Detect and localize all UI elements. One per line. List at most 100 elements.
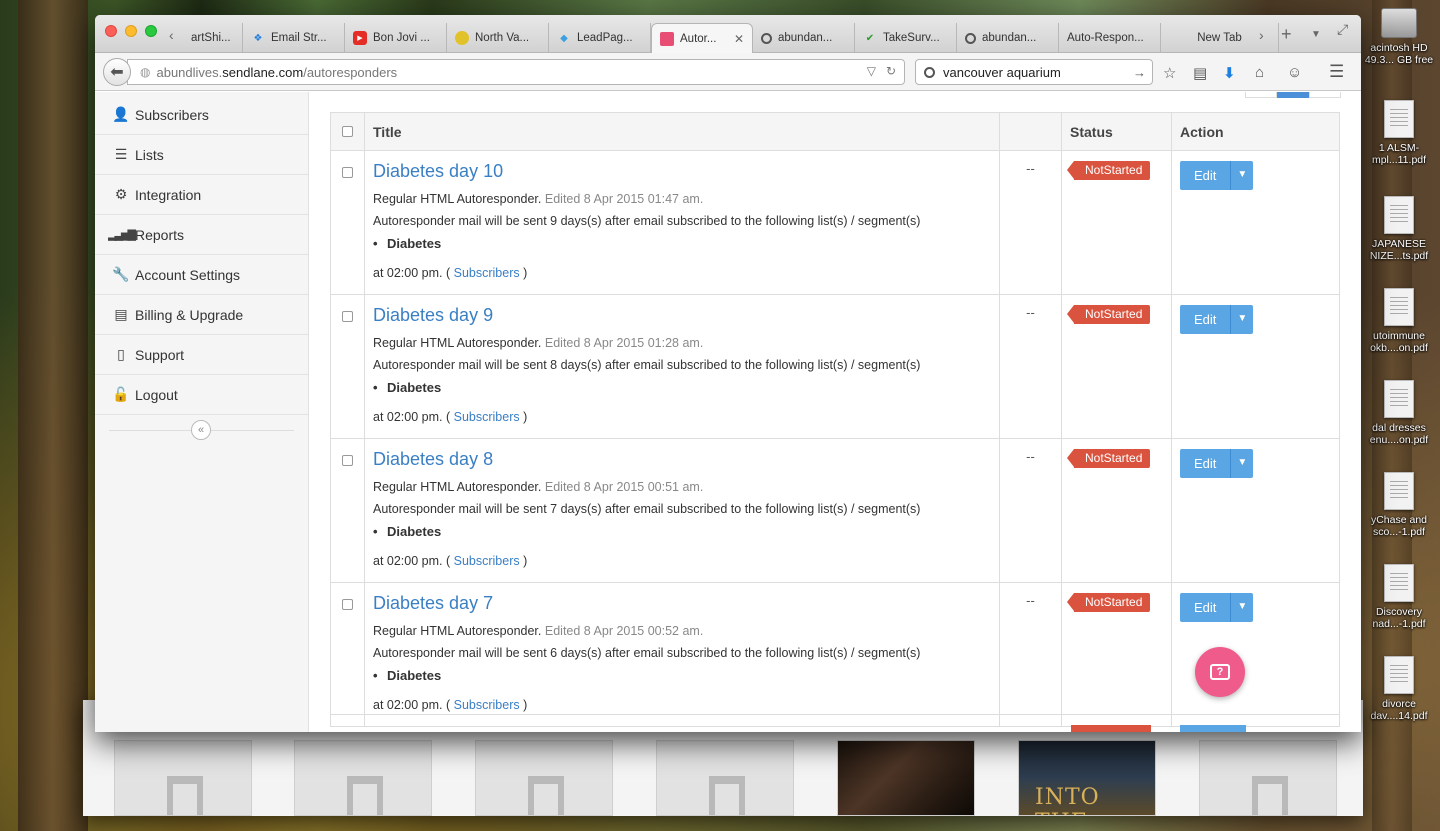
row-checkbox[interactable] <box>342 167 353 178</box>
sidebar-item-account-settings[interactable]: 🔧 Account Settings <box>95 255 308 295</box>
minimize-window-button[interactable] <box>125 25 137 37</box>
url-bar[interactable]: ◍ abundlives. sendlane.com/autoresponders… <box>127 59 905 85</box>
sidebar-item-integration[interactable]: ⚙ Integration <box>95 175 308 215</box>
tab[interactable]: ✔ TakeSurv... <box>855 23 957 53</box>
column-header-title[interactable]: Title <box>364 112 1000 151</box>
media-tile-album-art[interactable] <box>837 740 975 816</box>
media-tile[interactable] <box>114 740 252 816</box>
autoresponder-title-link[interactable]: Diabetes day 10 <box>373 161 991 182</box>
media-tile[interactable] <box>1199 740 1337 816</box>
autoresponder-edited: Edited 8 Apr 2015 00:52 am. <box>544 624 704 638</box>
back-button[interactable]: ⬅ <box>103 58 131 86</box>
sidebar-item-lists[interactable]: ☰ Lists <box>95 135 308 175</box>
autoresponder-list-item: Diabetes <box>373 520 991 544</box>
close-window-button[interactable] <box>105 25 117 37</box>
zoom-window-button[interactable] <box>145 25 157 37</box>
pagination-item[interactable] <box>1309 92 1341 98</box>
desktop-icons: acintosh HD 49.3... GB free 1 ALSM- mpl.… <box>1358 0 1440 831</box>
fullscreen-icon[interactable]: ⤢ <box>1337 21 1348 38</box>
desktop-icon-sublabel: okb....on.pdf <box>1370 342 1428 354</box>
reading-list-icon[interactable]: ▤ <box>1193 64 1207 82</box>
media-tile[interactable] <box>656 740 794 816</box>
row-select-cell <box>330 150 365 295</box>
help-chat-button[interactable]: ? <box>1195 647 1245 697</box>
search-bar[interactable]: vancouver aquarium → <box>915 59 1153 85</box>
sidebar-item-label: Subscribers <box>135 106 209 123</box>
tab[interactable]: abundan... <box>957 23 1059 53</box>
autoresponder-title-link[interactable]: Diabetes day 8 <box>373 449 991 470</box>
row-title-cell: Diabetes day 8 Regular HTML Autoresponde… <box>364 438 1000 583</box>
url-history-chevron-down-icon[interactable]: ▽ <box>867 64 876 78</box>
desktop-icon-file[interactable]: 1 ALSM- mpl...11.pdf <box>1358 100 1440 166</box>
row-checkbox[interactable] <box>342 599 353 610</box>
autoresponder-title-link[interactable]: Diabetes day 9 <box>373 305 991 326</box>
chat-bubble-icon[interactable]: ☺ <box>1287 64 1302 81</box>
edit-button[interactable]: Edit <box>1180 305 1232 334</box>
edit-button[interactable]: Edit <box>1180 449 1232 478</box>
subscribers-link[interactable]: Subscribers <box>454 554 520 568</box>
autoresponder-meta: Regular HTML Autoresponder. Edited 8 Apr… <box>373 332 991 354</box>
autoresponder-title-link[interactable]: Diabetes day 7 <box>373 593 991 614</box>
tab[interactable]: Auto-Respon... <box>1059 23 1161 53</box>
download-arrow-icon[interactable]: ⬇ <box>1223 64 1236 82</box>
desktop-icon-file[interactable]: divorce dav....14.pdf <box>1358 656 1440 722</box>
desktop-icon-file[interactable]: JAPANESE NIZE...ts.pdf <box>1358 196 1440 262</box>
media-tile-album-art[interactable]: INTO THE <box>1018 740 1156 816</box>
collapse-sidebar-button[interactable]: « <box>191 420 211 440</box>
media-tile[interactable] <box>475 740 613 816</box>
autoresponder-type: Regular HTML Autoresponder. <box>373 192 542 206</box>
autoresponder-description: Autoresponder mail will be sent 8 days(s… <box>373 358 921 372</box>
reload-icon[interactable]: ↻ <box>886 64 896 78</box>
edit-button[interactable]: Edit <box>1180 593 1232 622</box>
tab-scroll-left-icon[interactable]: ‹ <box>169 27 174 43</box>
tab[interactable]: abundan... <box>753 23 855 53</box>
close-tab-icon[interactable]: ✕ <box>734 32 744 46</box>
search-go-arrow-icon[interactable]: → <box>1133 65 1146 80</box>
home-icon[interactable]: ⌂ <box>1255 64 1264 81</box>
sidebar-item-reports[interactable]: ▂▃▅▇ Reports <box>95 215 308 255</box>
tab[interactable]: ▶ Bon Jovi ... <box>345 23 447 53</box>
desktop-icon-file[interactable]: yChase and sco...-1.pdf <box>1358 472 1440 538</box>
tab-scroll-right-icon[interactable]: › <box>1259 27 1264 43</box>
tab[interactable]: North Va... <box>447 23 549 53</box>
desktop-icon-file[interactable]: Discovery nad...-1.pdf <box>1358 564 1440 630</box>
sidebar-item-support[interactable]: ▯ Support <box>95 335 308 375</box>
tab-active[interactable]: Autor... ✕ <box>651 23 753 54</box>
tab[interactable]: ❖ Email Str... <box>243 23 345 53</box>
chevron-down-icon[interactable]: ▼ <box>1231 305 1254 334</box>
chevron-down-icon[interactable]: ▼ <box>1231 449 1254 478</box>
subscribers-link[interactable]: Subscribers <box>454 410 520 424</box>
column-header-status[interactable]: Status <box>1061 112 1172 151</box>
edit-button[interactable]: Edit <box>1180 161 1232 190</box>
hamburger-menu-icon[interactable]: ☰ <box>1329 62 1344 82</box>
main-panel: Title Status Action Diabetes day 10 Regu… <box>310 92 1361 732</box>
desktop-icon-file[interactable]: dal dresses enu....on.pdf <box>1358 380 1440 446</box>
chevron-down-icon[interactable]: ▼ <box>1231 161 1254 190</box>
new-tab-plus-icon[interactable]: + <box>1281 24 1292 45</box>
sidebar-item-subscribers[interactable]: 👤 Subscribers <box>95 95 308 135</box>
tab[interactable]: ◆ LeadPag... <box>549 23 651 53</box>
edit-button-group: Edit ▼ <box>1180 449 1254 478</box>
shell-icon <box>455 31 469 45</box>
tab[interactable]: artShi... <box>183 23 243 53</box>
row-dash-cell: -- <box>999 150 1062 295</box>
search-input[interactable]: vancouver aquarium <box>943 65 1061 80</box>
chevron-down-icon[interactable]: ▼ <box>1231 593 1254 622</box>
subscribers-link[interactable]: Subscribers <box>454 266 520 280</box>
subscribers-link[interactable]: Subscribers <box>454 698 520 712</box>
sidebar-item-billing[interactable]: ▤ Billing & Upgrade <box>95 295 308 335</box>
row-checkbox[interactable] <box>342 455 353 466</box>
desktop-icon-file[interactable]: utoimmune okb....on.pdf <box>1358 288 1440 354</box>
status-badge-partial <box>1071 725 1151 732</box>
media-tile[interactable] <box>294 740 432 816</box>
pagination-item[interactable] <box>1245 92 1277 98</box>
bookmark-star-icon[interactable]: ☆ <box>1163 64 1176 82</box>
tab-list-chevron-down-icon[interactable]: ▼ <box>1311 29 1321 40</box>
leadpages-icon: ◆ <box>560 32 568 44</box>
select-all-checkbox[interactable] <box>342 125 353 137</box>
desktop-icon-hdd[interactable]: acintosh HD 49.3... GB free <box>1358 4 1440 66</box>
edit-button-partial[interactable] <box>1180 725 1246 732</box>
sidebar-item-logout[interactable]: 🔓 Logout <box>95 375 308 415</box>
pagination-item-active[interactable] <box>1277 92 1309 98</box>
row-checkbox[interactable] <box>342 311 353 322</box>
